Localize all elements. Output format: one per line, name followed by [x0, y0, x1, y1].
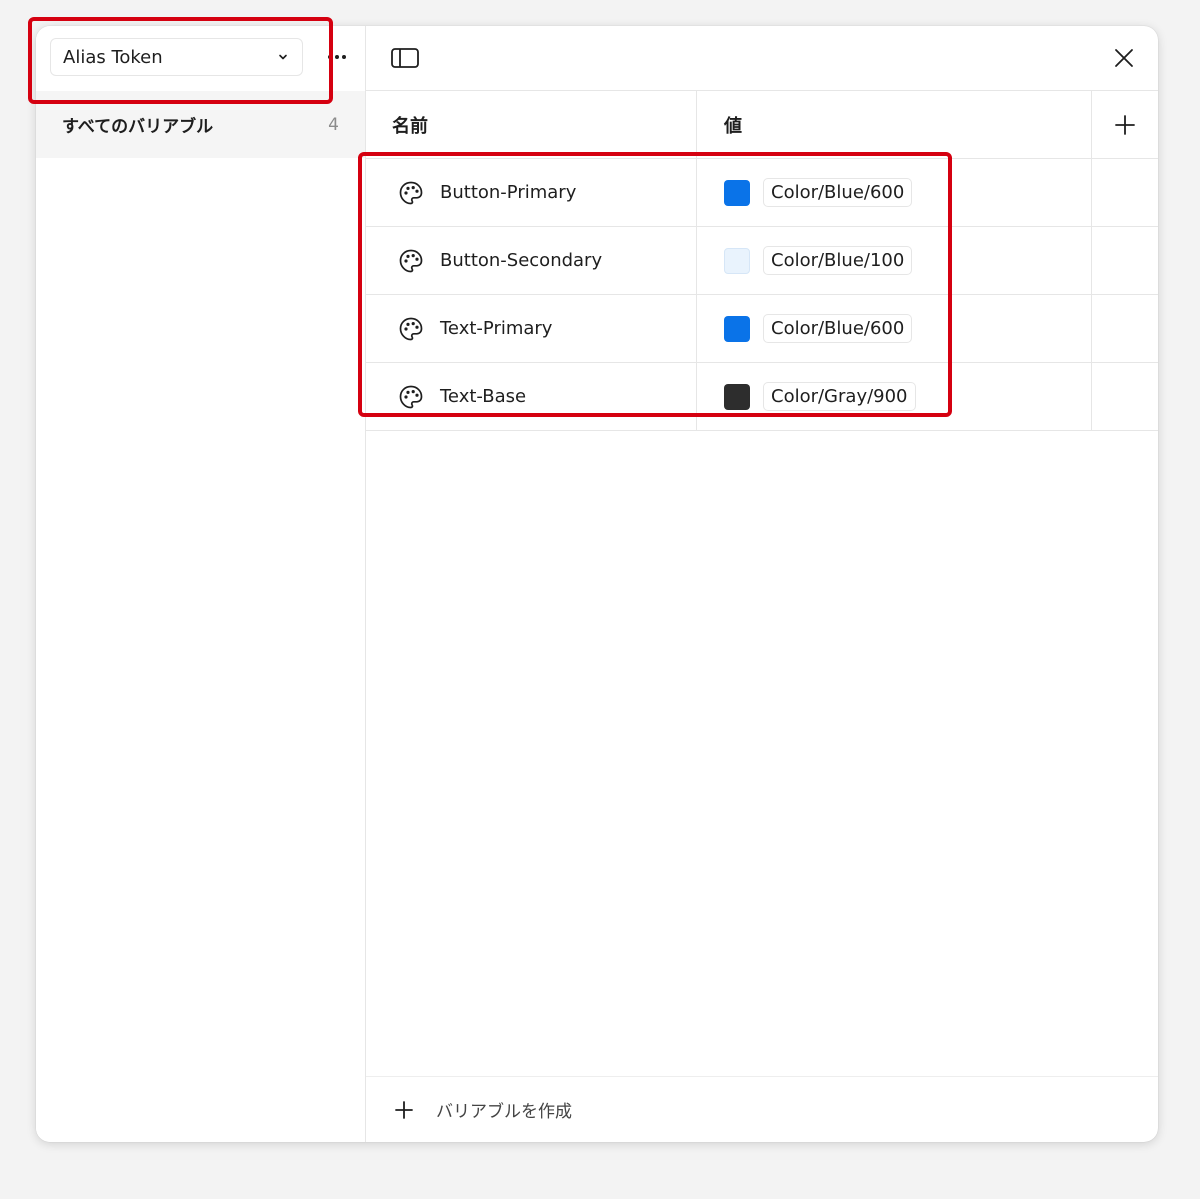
value-column-header: 値 [697, 91, 1092, 158]
color-swatch [724, 247, 750, 274]
collection-dropdown[interactable]: Alias Token [50, 38, 303, 76]
plus-icon[interactable] [1110, 110, 1140, 140]
table-header-row: 名前 値 [366, 91, 1158, 159]
ellipsis-icon-dot [328, 55, 332, 59]
variable-name: Button-Primary [440, 182, 577, 203]
variables-table: 名前 値 Button-Primary Color/Blue/600 Butto… [366, 91, 1158, 431]
variable-name: Button-Secondary [440, 250, 603, 271]
create-variable-button[interactable]: バリアブルを作成 [366, 1076, 1158, 1142]
chevron-down-icon [276, 50, 290, 64]
palette-icon [398, 179, 426, 207]
empty-cell [1092, 159, 1158, 226]
value-header-label: 値 [724, 115, 742, 137]
empty-cell [1092, 227, 1158, 294]
variable-value-cell[interactable]: Color/Blue/600 [697, 295, 1092, 362]
collection-name: Alias Token [63, 46, 163, 68]
table-row[interactable]: Text-Base Color/Gray/900 [366, 363, 1158, 431]
empty-cell [1092, 295, 1158, 362]
name-column-header: 名前 [366, 91, 697, 158]
ellipsis-icon-dot [342, 55, 346, 59]
close-icon[interactable] [1110, 44, 1138, 72]
palette-icon [398, 247, 426, 275]
color-swatch [724, 315, 750, 342]
add-column-cell [1092, 91, 1158, 158]
variable-value-cell[interactable]: Color/Blue/600 [697, 159, 1092, 226]
group-item-all-variables[interactable]: すべてのバリアブル 4 [36, 91, 365, 158]
table-row[interactable]: Button-Secondary Color/Blue/100 [366, 227, 1158, 295]
variable-name-cell[interactable]: Button-Primary [366, 159, 697, 226]
alias-value-chip[interactable]: Color/Blue/600 [763, 314, 913, 343]
palette-icon [398, 383, 426, 411]
variable-value-cell[interactable]: Color/Gray/900 [697, 363, 1092, 430]
more-options-button[interactable] [320, 44, 354, 70]
toolbar [366, 26, 1158, 91]
empty-cell [1092, 363, 1158, 430]
variables-main-panel: 名前 値 Button-Primary Color/Blue/600 Butto… [366, 26, 1158, 1142]
variable-name-cell[interactable]: Text-Primary [366, 295, 697, 362]
collections-sidebar: Alias Token すべてのバリアブル 4 [36, 26, 366, 1142]
variables-window: Alias Token すべてのバリアブル 4 名前 値 Button-Prim… [36, 26, 1158, 1142]
group-count: 4 [328, 114, 339, 135]
ellipsis-icon-dot [335, 55, 339, 59]
alias-value-chip[interactable]: Color/Blue/600 [763, 178, 913, 207]
variable-name-cell[interactable]: Text-Base [366, 363, 697, 430]
sidebar-panel-icon[interactable] [390, 45, 420, 71]
name-header-label: 名前 [392, 115, 428, 137]
group-label: すべてのバリアブル [62, 117, 214, 137]
variable-name: Text-Base [440, 386, 527, 407]
variable-name: Text-Primary [440, 318, 553, 339]
variable-value-cell[interactable]: Color/Blue/100 [697, 227, 1092, 294]
create-variable-label: バリアブルを作成 [436, 1102, 572, 1122]
alias-value-chip[interactable]: Color/Gray/900 [763, 382, 916, 411]
alias-value-chip[interactable]: Color/Blue/100 [763, 246, 913, 275]
variable-name-cell[interactable]: Button-Secondary [366, 227, 697, 294]
plus-icon [394, 1100, 414, 1120]
palette-icon [398, 315, 426, 343]
color-swatch [724, 179, 750, 206]
table-row[interactable]: Button-Primary Color/Blue/600 [366, 159, 1158, 227]
color-swatch [724, 383, 750, 410]
table-row[interactable]: Text-Primary Color/Blue/600 [366, 295, 1158, 363]
